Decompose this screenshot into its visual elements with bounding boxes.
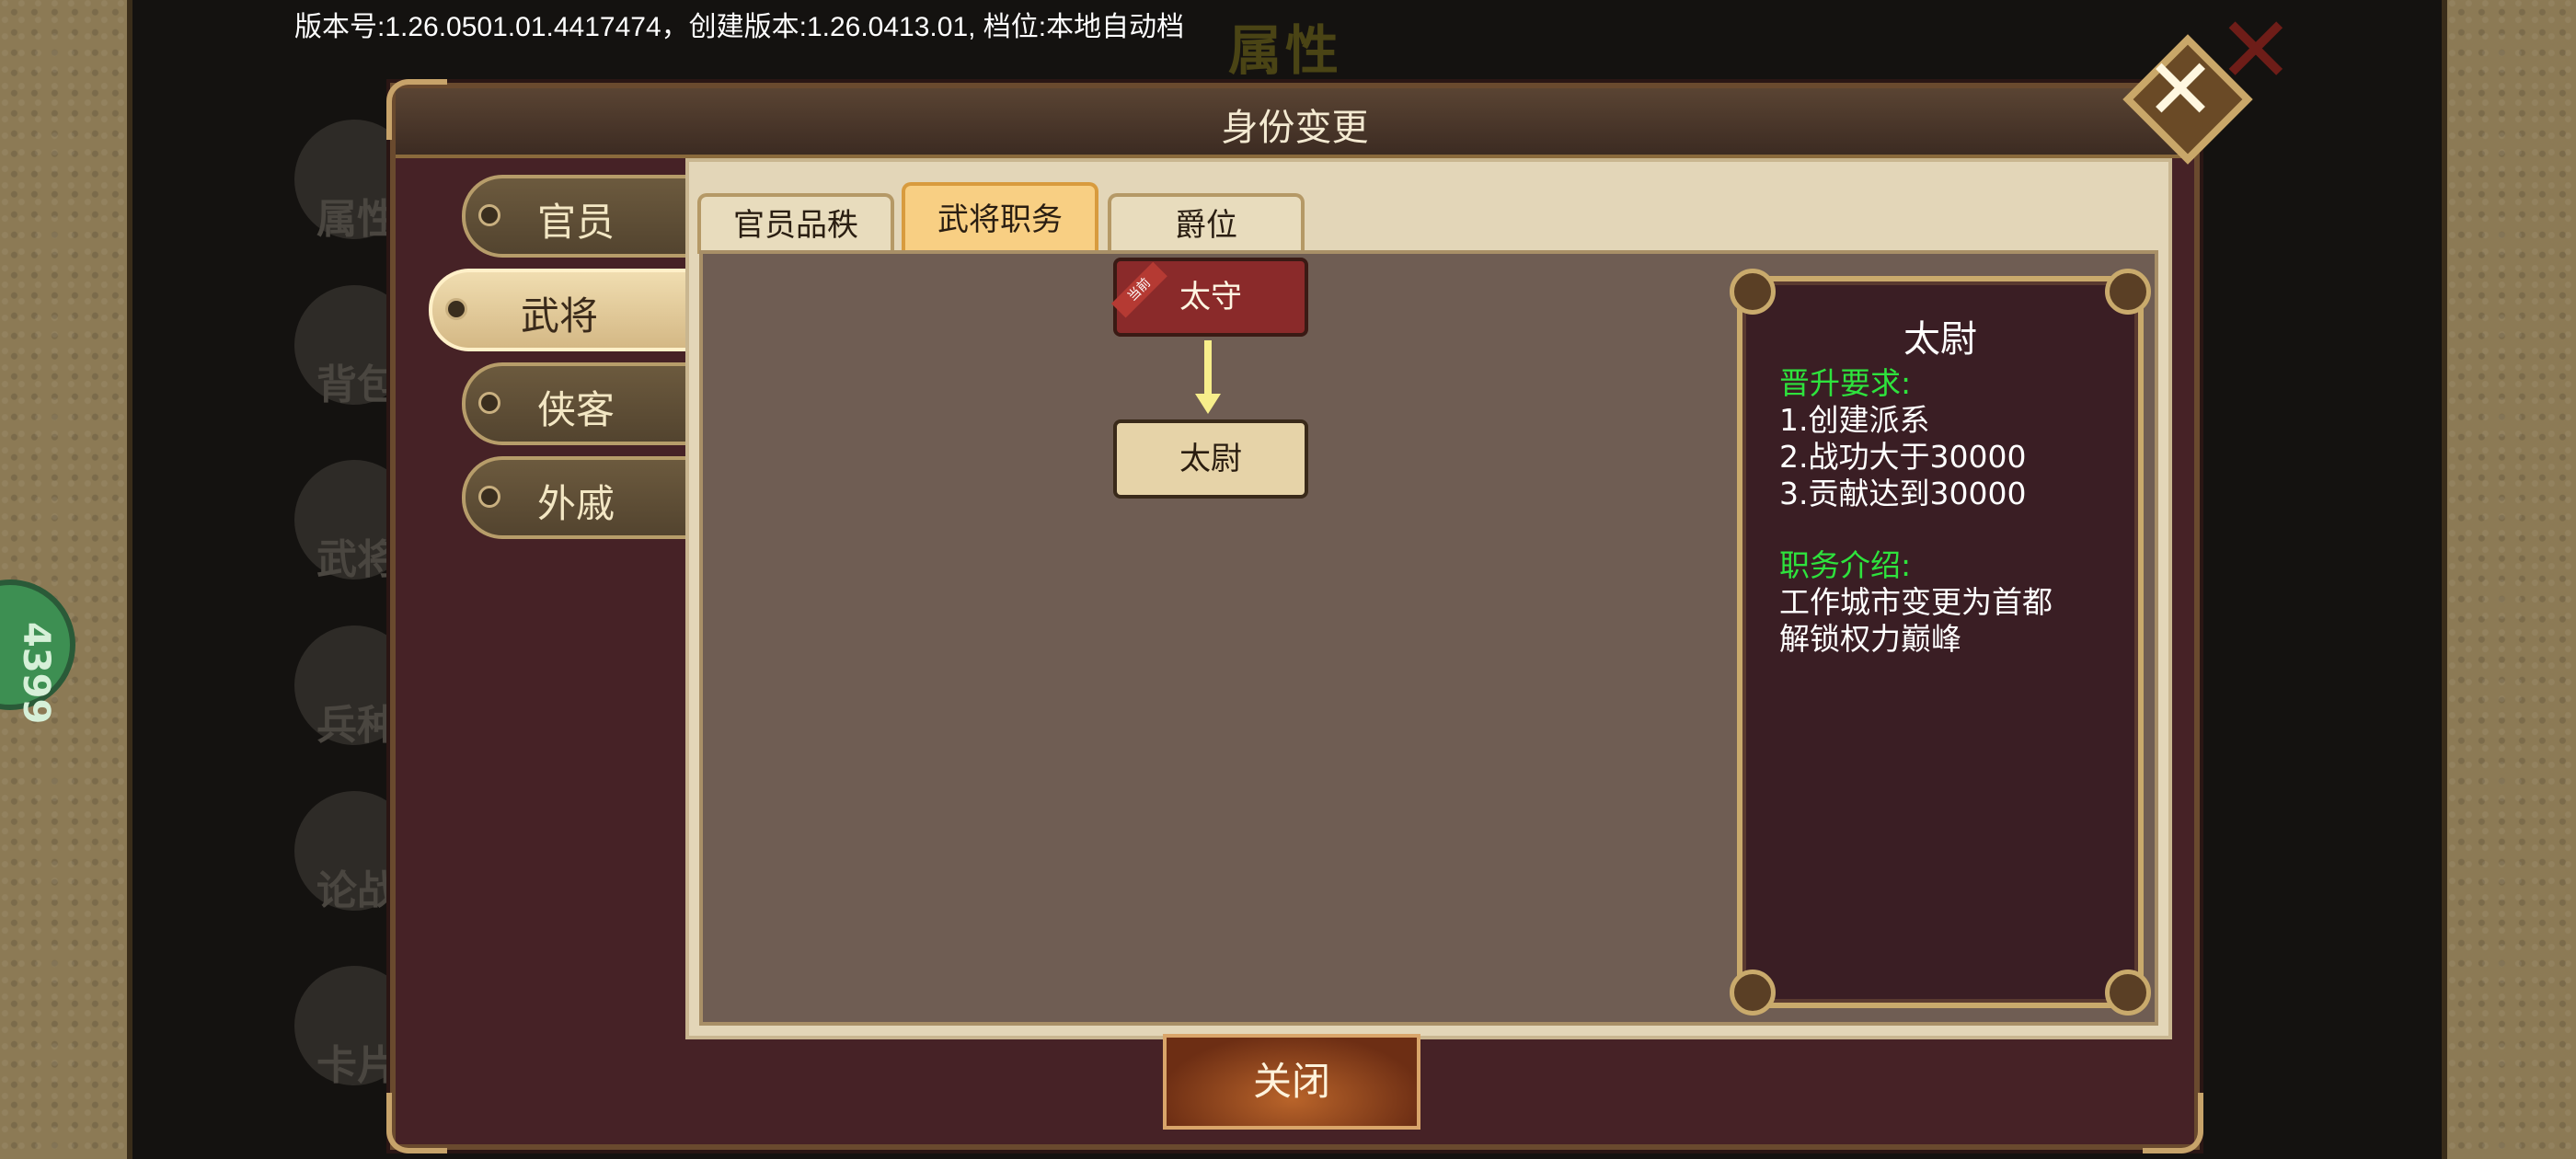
arrow-down-icon [1195, 394, 1221, 414]
corner-ornament [386, 1093, 447, 1153]
info-title: 太尉 [1903, 318, 1977, 361]
right-border-frame [2442, 0, 2576, 1159]
dialog-title: 身份变更 [1221, 107, 1369, 149]
side-tab-consort-kin[interactable]: 外戚 [462, 456, 686, 539]
version-info-text: 版本号:1.26.0501.01.4417474，创建版本:1.26.0413.… [294, 12, 1185, 42]
description-item: 解锁权力巅峰 [1779, 621, 1961, 657]
tab-nobility[interactable]: 爵位 [1108, 193, 1305, 254]
close-icon: ✕ [2145, 40, 2216, 139]
close-button[interactable]: 关闭 [1163, 1034, 1420, 1130]
dialog-header: 身份变更 [396, 88, 2194, 158]
card-ornament [1730, 970, 1776, 1016]
card-ornament [2105, 970, 2151, 1016]
dialog-close-icon[interactable]: ✕ [2122, 34, 2253, 165]
requirement-item: 3.贡献达到30000 [1779, 476, 2027, 511]
card-ornament [1730, 269, 1776, 315]
rank-info-card: 太尉 晋升要求: 1.创建派系 2.战功大于30000 3.贡献达到30000 … [1730, 269, 2151, 1016]
rank-node-next[interactable]: 太尉 [1113, 419, 1308, 499]
corner-ornament [386, 79, 447, 140]
side-tab-general[interactable]: 武将 [429, 269, 686, 351]
card-ornament [2105, 269, 2151, 315]
promotion-arrow-icon [1204, 340, 1212, 397]
corner-ornament [2143, 1093, 2203, 1153]
background-page-title: 属性 [1228, 19, 1343, 82]
tab-general-post[interactable]: 武将职务 [902, 182, 1098, 254]
side-tab-official[interactable]: 官员 [462, 175, 686, 258]
tab-official-rank[interactable]: 官员品秩 [697, 193, 894, 254]
side-tab-knight[interactable]: 侠客 [462, 362, 686, 445]
